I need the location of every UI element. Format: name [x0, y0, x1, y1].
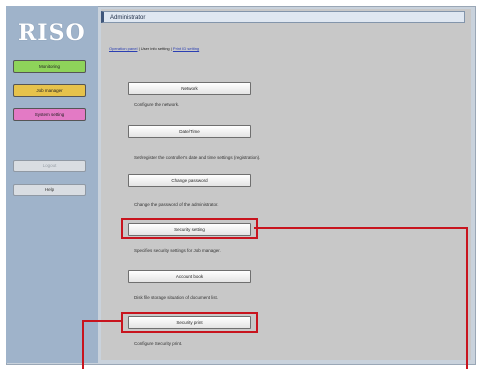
monitoring-button[interactable]: Monitoring: [13, 60, 86, 73]
system-setting-button[interactable]: System setting: [13, 108, 86, 121]
help-button[interactable]: Help: [13, 184, 86, 196]
callout-line-horizontal-right: [254, 227, 468, 229]
page-title: Administrator: [101, 11, 465, 23]
breadcrumb-current-label: User info setting: [140, 46, 170, 51]
callout-line-horizontal-left: [82, 320, 121, 322]
change-password-description: Change the password of the administrator…: [134, 202, 219, 207]
date-time-description: Set/register the controller's date and t…: [134, 155, 261, 160]
breadcrumb: Operation panel | User info setting | Pr…: [109, 45, 449, 53]
date-time-button[interactable]: Date/Time: [128, 125, 251, 138]
account-book-description: Disk file storage situation of document …: [134, 295, 219, 300]
breadcrumb-link-operation-panel[interactable]: Operation panel: [109, 46, 137, 51]
breadcrumb-current: | User info setting |: [138, 46, 173, 51]
callout-line-vertical-right: [466, 227, 468, 369]
riso-logo: RISO: [18, 20, 86, 46]
logout-button[interactable]: Logout: [13, 160, 86, 172]
security-print-description: Configure Security print.: [134, 341, 183, 346]
security-setting-description: Specifies security settings for Job mana…: [134, 248, 221, 253]
highlight-box-security-print: [121, 312, 258, 333]
breadcrumb-link-print-id-setting[interactable]: Print ID setting: [173, 46, 199, 51]
account-book-button[interactable]: Account book: [128, 270, 251, 283]
job-manager-button[interactable]: Job manager: [13, 84, 86, 97]
network-button[interactable]: Network: [128, 82, 251, 95]
highlight-box-security-setting: [121, 218, 258, 239]
callout-line-vertical-left: [82, 320, 84, 369]
network-description: Configure the network.: [134, 102, 180, 107]
change-password-button[interactable]: Change password: [128, 174, 251, 187]
